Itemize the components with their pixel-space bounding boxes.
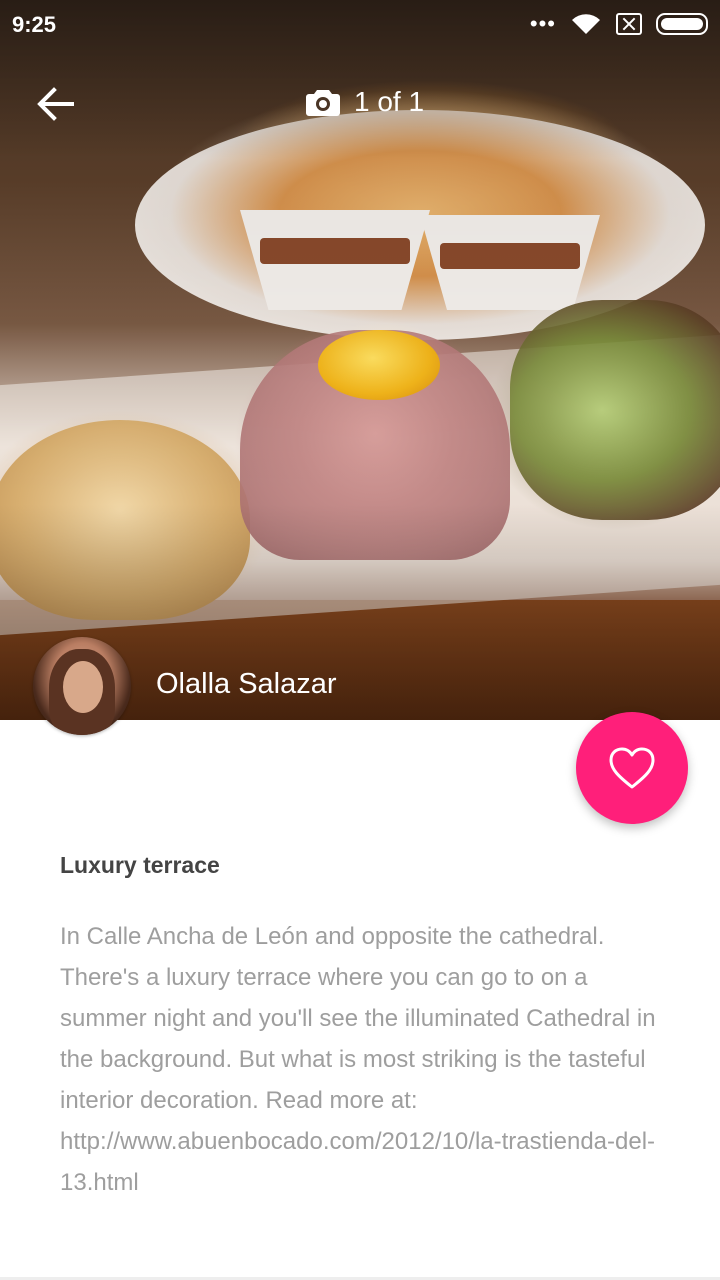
wifi-icon (572, 14, 600, 34)
status-bar: 9:25 ••• (0, 0, 720, 50)
dots-icon: ••• (529, 11, 556, 36)
status-time: 9:25 (12, 12, 57, 37)
arrow-left-icon (37, 87, 74, 121)
post-body: In Calle Ancha de León and opposite the … (60, 923, 656, 1196)
status-icons: ••• (530, 12, 708, 36)
back-button[interactable] (34, 84, 78, 124)
camera-icon (306, 90, 340, 116)
author-avatar[interactable] (33, 637, 131, 735)
favorite-button[interactable] (576, 712, 688, 824)
battery-icon (656, 13, 708, 35)
sim-icon (616, 13, 642, 35)
photo-counter: 1 of 1 (306, 86, 424, 118)
photo-counter-text: 1 of 1 (354, 86, 425, 117)
post-title: Luxury terrace (60, 852, 220, 878)
heart-outline-icon (609, 747, 655, 789)
author-name[interactable]: Olalla Salazar (156, 668, 337, 701)
